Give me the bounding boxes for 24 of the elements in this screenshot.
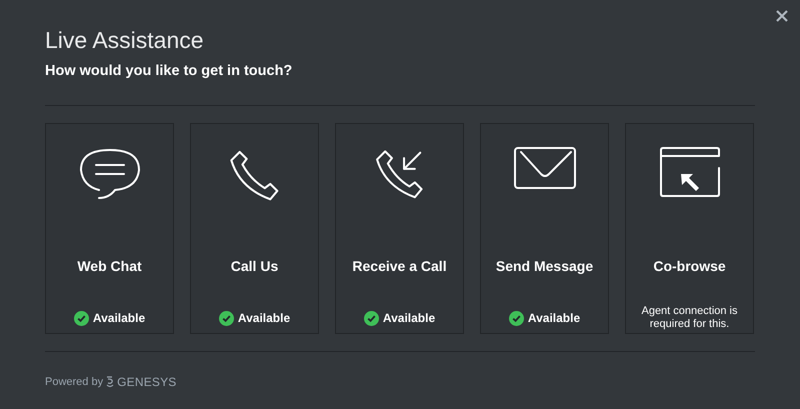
contact-option-card[interactable]: Send Message Available [480,123,609,334]
availability-status: Available [382,312,436,324]
close-button[interactable] [774,8,790,24]
availability-status: Available [92,312,146,324]
envelope-icon [512,146,576,190]
browser-window-icon [658,146,720,198]
dialog-subtitle: How would you like to get in touch? [45,62,294,80]
dialog-title: Live Assistance [45,26,205,54]
contact-option-card[interactable]: Receive a Call Available [335,123,464,334]
close-icon [776,10,788,22]
check-icon [364,310,379,326]
contact-option-card[interactable]: Call Us Available [190,123,319,334]
contact-option-card[interactable]: Co-browse Agent connection is required for this. [625,123,754,334]
powered-by-text: Powered by [45,376,104,388]
availability-note: Agent connection is required for this. [640,305,738,331]
speech-bubble-icon [78,146,140,200]
contact-option-card[interactable]: Web Chat Available [45,123,174,334]
check-icon [74,310,89,326]
check-icon [218,310,234,326]
brand-logo-icon [106,376,114,388]
check-icon [508,310,524,326]
availability-status: Available [528,312,580,324]
availability-status: Available [238,312,290,324]
brand-name: GENESYS [117,375,177,389]
